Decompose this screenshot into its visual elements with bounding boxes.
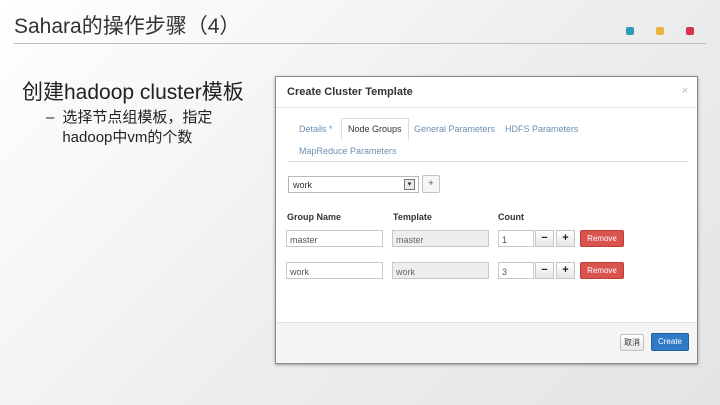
dialog-footer: 取消 Create [276,322,697,363]
dialog-header: Create Cluster Template × [276,77,697,108]
count-decrement-button[interactable]: − [535,230,554,247]
bullet-dash: – [46,109,55,126]
tab-hdfs-parameters[interactable]: HDFS Parameters [505,124,579,134]
dialog-title: Create Cluster Template [287,86,413,98]
template-field: work [392,262,489,279]
count-input[interactable]: 3 [498,262,534,279]
select-value: work [293,180,313,190]
count-increment-button[interactable]: + [556,230,575,247]
close-icon[interactable]: × [682,85,688,97]
remove-button[interactable]: Remove [580,230,624,247]
bullet-sub: – 选择节点组模板，指定hadoop中vm的个数 [46,108,261,148]
count-decrement-button[interactable]: − [535,262,554,279]
bullet-main: 创建hadoop cluster模板 [22,81,244,104]
group-name-input[interactable]: master [286,230,383,247]
count-increment-button[interactable]: + [556,262,575,279]
accent-dots [626,27,694,35]
column-header-count: Count [498,212,524,222]
tab-mapreduce-parameters[interactable]: MapReduce Parameters [299,146,397,156]
add-node-group-button[interactable]: + [422,175,440,193]
create-cluster-template-dialog: Create Cluster Template × Details * Node… [275,76,698,364]
tab-general-parameters[interactable]: General Parameters [414,124,495,134]
slide-title: Sahara的操作步骤（4） [14,15,241,38]
bullet-sub-text: 选择节点组模板，指定hadoop中vm的个数 [62,109,213,146]
tab-node-groups[interactable]: Node Groups [341,118,409,141]
chevron-down-icon[interactable]: ▾ [404,179,415,190]
accent-dot-yellow [656,27,664,35]
template-field: master [392,230,489,247]
remove-button[interactable]: Remove [580,262,624,279]
accent-dot-teal [626,27,634,35]
count-input[interactable]: 1 [498,230,534,247]
column-header-group-name: Group Name [287,212,342,222]
tab-details[interactable]: Details * [299,124,333,134]
column-header-template: Template [393,212,432,222]
create-button[interactable]: Create [651,333,689,351]
tab-bar: Details * Node Groups General Parameters… [288,118,688,162]
group-name-input[interactable]: work [286,262,383,279]
node-group-template-select[interactable]: work ▾ [288,176,419,193]
accent-dot-red [686,27,694,35]
title-divider [14,43,706,44]
cancel-button[interactable]: 取消 [620,334,644,351]
